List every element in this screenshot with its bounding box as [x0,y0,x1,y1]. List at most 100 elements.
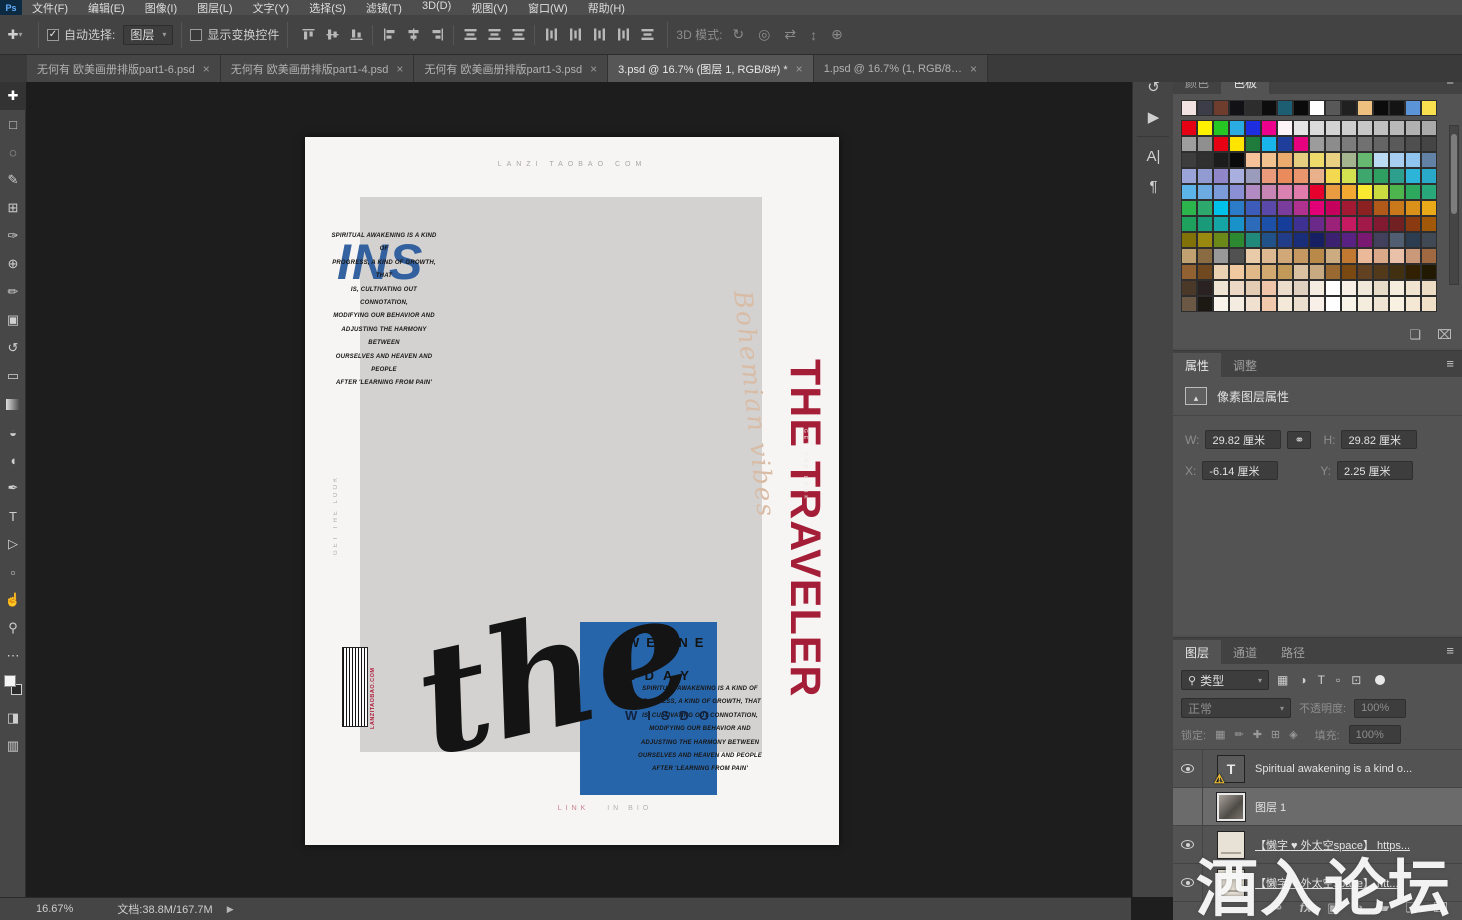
swatch[interactable] [1405,232,1421,248]
swatch[interactable] [1373,120,1389,136]
panel-menu-icon[interactable]: ≡ [1446,643,1454,658]
swatch[interactable] [1277,168,1293,184]
tab-通道[interactable]: 通道 [1221,640,1269,664]
align-left-icon[interactable] [377,24,401,46]
swatch[interactable] [1357,120,1373,136]
swatch[interactable] [1213,200,1229,216]
lock-position-icon[interactable]: ✚ [1253,728,1262,741]
swatch[interactable] [1277,216,1293,232]
swatch[interactable] [1373,232,1389,248]
swatch[interactable] [1309,264,1325,280]
swatch[interactable] [1357,100,1373,116]
menu-item[interactable]: 3D(D) [412,0,461,16]
swatch[interactable] [1277,296,1293,312]
swatch[interactable] [1341,216,1357,232]
swatch[interactable] [1341,184,1357,200]
swatch[interactable] [1261,232,1277,248]
swatch[interactable] [1213,136,1229,152]
dist-hcenter-icon[interactable] [563,24,587,46]
swatch[interactable] [1421,280,1437,296]
menu-item[interactable]: 窗口(W) [518,0,578,16]
swatch[interactable] [1293,232,1309,248]
swatch[interactable] [1357,168,1373,184]
close-tab-icon[interactable]: × [590,62,597,76]
swatch[interactable] [1389,280,1405,296]
swatch[interactable] [1277,248,1293,264]
doc-tab[interactable]: 无何有 欧美画册排版part1-3.psd× [414,55,608,82]
tab-路径[interactable]: 路径 [1269,640,1317,664]
swatch[interactable] [1389,120,1405,136]
swatch[interactable] [1325,120,1341,136]
swatch[interactable] [1405,216,1421,232]
swatch[interactable] [1325,280,1341,296]
swatch[interactable] [1293,100,1309,116]
filter-toggle-icon[interactable] [1375,675,1385,685]
align-hcenter-icon[interactable] [401,24,425,46]
move-tool[interactable]: ✚ [0,82,26,110]
swatch[interactable] [1421,100,1437,116]
eraser-tool[interactable]: ▭ [0,362,26,390]
swatch[interactable] [1229,264,1245,280]
swatch[interactable] [1341,280,1357,296]
swatch[interactable] [1373,248,1389,264]
close-tab-icon[interactable]: × [970,62,977,76]
swatch[interactable] [1181,152,1197,168]
swatch[interactable] [1261,200,1277,216]
swatch[interactable] [1341,152,1357,168]
swatch[interactable] [1373,152,1389,168]
swatch[interactable] [1389,232,1405,248]
layer-thumbnail[interactable]: T⚠ [1217,755,1245,783]
eyedropper-tool[interactable]: ✑ [0,222,26,250]
dist-hspace-icon[interactable] [611,24,635,46]
tab-图层[interactable]: 图层 [1173,640,1221,664]
swatch[interactable] [1229,152,1245,168]
doc-tab[interactable]: 3.psd @ 16.7% (图层 1, RGB/8#) *× [608,55,814,82]
character-panel-icon[interactable]: A| [1133,141,1174,171]
swatch[interactable] [1341,120,1357,136]
swatch[interactable] [1357,248,1373,264]
swatch[interactable] [1229,120,1245,136]
menu-item[interactable]: 滤镜(T) [356,0,412,16]
swatch[interactable] [1213,216,1229,232]
swatch[interactable] [1229,280,1245,296]
eye-icon[interactable] [1181,840,1194,849]
swatch[interactable] [1389,200,1405,216]
swatch[interactable] [1341,296,1357,312]
path-select-tool[interactable]: ▷ [0,530,26,558]
pen-tool[interactable]: ✒ [0,474,26,502]
lock-artboard-icon[interactable]: ⊞ [1271,728,1280,741]
swatch[interactable] [1357,152,1373,168]
swatch[interactable] [1421,296,1437,312]
visibility-cell[interactable] [1173,788,1203,826]
swatch[interactable] [1373,100,1389,116]
swatch[interactable] [1229,216,1245,232]
swatch[interactable] [1373,200,1389,216]
layer-filter-dropdown[interactable]: ⚲类型▾ [1181,670,1269,690]
swatch[interactable] [1293,296,1309,312]
align-vcenter-icon[interactable] [320,24,344,46]
swatch[interactable] [1245,216,1261,232]
swatch[interactable] [1293,200,1309,216]
swatch-scrollbar[interactable] [1449,125,1459,285]
blend-mode-dropdown[interactable]: 正常▾ [1181,698,1291,718]
healing-brush-tool[interactable]: ⊕ [0,250,26,278]
swatch[interactable] [1405,184,1421,200]
eye-icon[interactable] [1181,764,1194,773]
filter-type-icon[interactable]: T [1318,673,1325,687]
swatch[interactable] [1357,280,1373,296]
show-transform-checkbox[interactable]: ✓ [190,29,202,41]
menu-item[interactable]: 帮助(H) [578,0,635,16]
auto-select-dropdown[interactable]: 图层▾ [123,25,173,45]
tab-属性[interactable]: 属性 [1173,353,1221,377]
layer-row[interactable]: 图层 1 [1173,788,1462,826]
artboard-page[interactable]: LANZI TAOBAO COM INS SPIRITUAL AWAKENING… [305,137,839,845]
swatch[interactable] [1277,280,1293,296]
dist-bottom-icon[interactable] [506,24,530,46]
swatch[interactable] [1357,264,1373,280]
swatch[interactable] [1373,184,1389,200]
swatch[interactable] [1405,120,1421,136]
doc-tab[interactable]: 无何有 欧美画册排版part1-4.psd× [221,55,415,82]
blur-tool[interactable]: ◒ [0,418,26,446]
doc-tab[interactable]: 无何有 欧美画册排版part1-6.psd× [27,55,221,82]
swatch[interactable] [1421,168,1437,184]
